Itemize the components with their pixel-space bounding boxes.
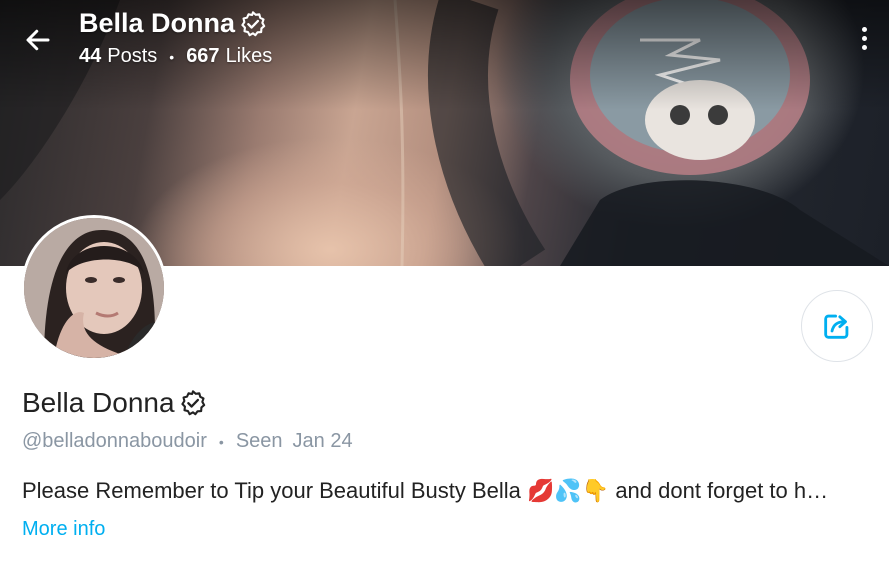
header-name: Bella Donna [79, 8, 236, 38]
likes-count: 667 [186, 45, 220, 67]
verified-badge-icon [241, 10, 266, 36]
profile-bio: Please Remember to Tip your Beautiful Bu… [22, 478, 829, 503]
more-options-button[interactable] [852, 22, 876, 54]
profile-name: Bella Donna [22, 387, 207, 419]
top-bar: Bella Donna 44 Posts • 667 Likes [0, 0, 889, 90]
profile-meta: @belladonnaboudoir • Seen Jan 24 [22, 430, 353, 453]
seen-label: Seen [235, 430, 283, 452]
back-arrow-icon [26, 29, 50, 51]
back-button[interactable] [20, 22, 56, 58]
avatar[interactable] [21, 215, 167, 361]
profile-handle: @belladonnaboudoir [22, 430, 207, 452]
likes-label: Likes [225, 45, 273, 67]
more-info-link[interactable]: More info [22, 518, 105, 541]
header-stats: 44 Posts • 667 Likes [79, 45, 272, 68]
posts-count: 44 [79, 45, 102, 67]
verified-badge-icon [180, 390, 205, 416]
stats-separator: • [169, 48, 175, 65]
share-icon [824, 314, 849, 339]
posts-label: Posts [107, 45, 158, 67]
header-title: Bella Donna [79, 8, 267, 39]
more-vertical-icon [861, 26, 867, 32]
meta-separator: • [218, 433, 224, 450]
more-vertical-icon-dot [861, 44, 867, 50]
avatar-photo [24, 218, 164, 358]
profile-name-text: Bella Donna [22, 387, 175, 418]
more-vertical-icon-dot [861, 35, 867, 41]
share-button[interactable] [801, 290, 873, 362]
seen-date: Jan 24 [292, 430, 353, 452]
